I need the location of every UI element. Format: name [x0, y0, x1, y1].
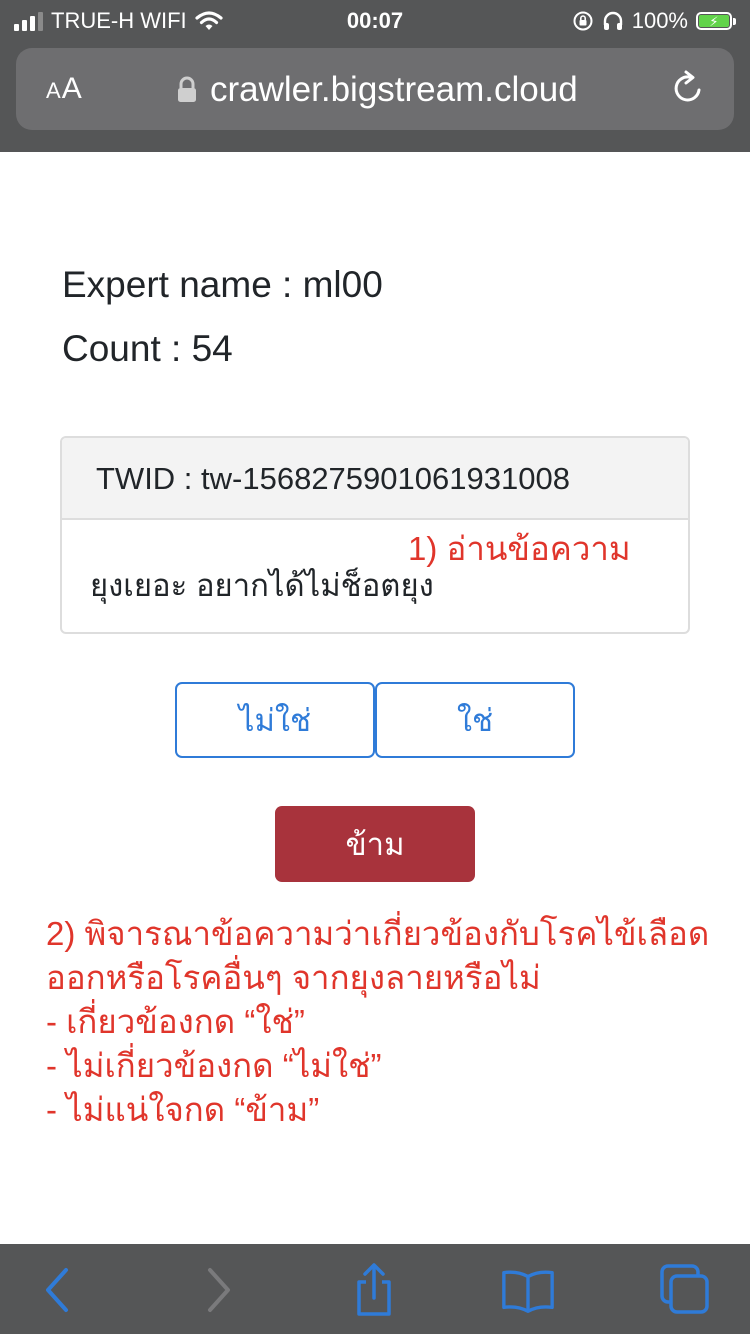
annotation-read-message: 1) อ่านข้อความ	[408, 530, 631, 567]
status-right: 100% ⚡	[572, 8, 736, 34]
yes-button[interactable]: ใช่	[375, 682, 575, 758]
reload-icon[interactable]	[668, 68, 708, 108]
skip-button[interactable]: ข้าม	[275, 806, 475, 882]
instruction-line: 2) พิจารณาข้อความว่าเกี่ยวข้องกับโรคไข้เ…	[46, 915, 710, 952]
browser-toolbar	[0, 1244, 750, 1334]
no-button[interactable]: ไม่ใช่	[175, 682, 375, 758]
lock-icon	[178, 76, 196, 102]
expert-name: Expert name : ml00	[62, 264, 383, 305]
count-label: Count : 54	[62, 328, 233, 369]
tweet-message: ยุงเยอะ อยากได้ไม่ช็อตยุง	[90, 568, 434, 603]
back-icon[interactable]	[30, 1262, 86, 1318]
tweet-id: TWID : tw-1568275901061931008	[62, 438, 688, 520]
bookmarks-icon[interactable]	[500, 1262, 556, 1318]
headphones-icon	[603, 11, 622, 30]
address-bar[interactable]: AA crawler.bigstream.cloud	[16, 48, 734, 130]
text-size-button[interactable]: AA	[46, 72, 83, 106]
url-text: crawler.bigstream.cloud	[210, 70, 578, 109]
instruction-line: ออกหรือโรคอื่นๆ จากยุงลายหรือไม่	[46, 959, 541, 996]
annotation-instructions: 2) พิจารณาข้อความว่าเกี่ยวข้องกับโรคไข้เ…	[46, 912, 736, 1132]
instruction-line: - เกี่ยวข้องกด “ใช่”	[46, 1003, 305, 1040]
browser-top-chrome: TRUE-H WIFI 00:07 100% ⚡ AA crawler.bigs…	[0, 0, 750, 152]
battery-percent: 100%	[631, 8, 688, 33]
share-icon[interactable]	[346, 1262, 402, 1318]
instruction-line: - ไม่แน่ใจกด “ข้าม”	[46, 1091, 320, 1128]
status-bar: TRUE-H WIFI 00:07 100% ⚡	[0, 0, 750, 42]
tabs-icon[interactable]	[656, 1262, 712, 1318]
instruction-line: - ไม่เกี่ยวข้องกด “ไม่ใช่”	[46, 1047, 382, 1084]
orientation-lock-icon	[573, 11, 593, 31]
url-field[interactable]: crawler.bigstream.cloud	[176, 70, 578, 110]
forward-icon[interactable]	[190, 1262, 246, 1318]
battery-charging-icon: ⚡	[696, 12, 736, 30]
